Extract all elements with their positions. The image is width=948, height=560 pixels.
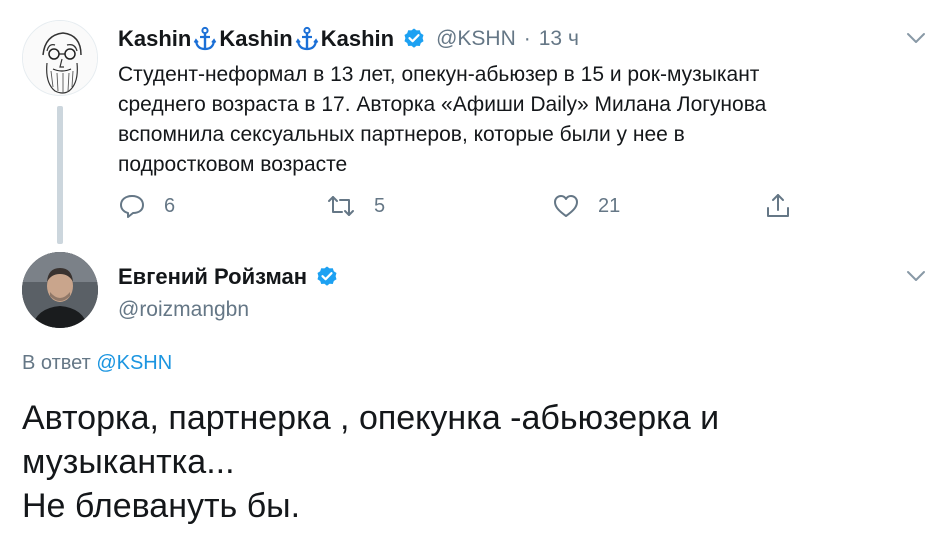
author-name-part[interactable]: Kashin — [219, 26, 292, 52]
tweet-text-line: Авторка, партнерка , опекунка -абьюзерка… — [22, 399, 720, 437]
author-name[interactable]: Евгений Ройзман — [118, 264, 307, 290]
anchor-icon — [295, 26, 318, 51]
author-name-part[interactable]: Kashin — [118, 26, 191, 52]
retweet-button[interactable]: 5 — [326, 192, 385, 220]
tweet-text-line: музыкантка... — [22, 443, 235, 481]
author-handle[interactable]: @KSHN — [436, 27, 516, 51]
author-name-part[interactable]: Kashin — [321, 26, 394, 52]
reply-icon — [120, 195, 144, 218]
chevron-down-icon[interactable] — [904, 268, 928, 284]
tweet-text-line: вспомнила сексуальных партнеров, которые… — [118, 123, 685, 146]
retweet-count: 5 — [374, 194, 386, 217]
avatar-roizman[interactable] — [22, 252, 98, 328]
retweet-icon — [328, 196, 354, 216]
reply-to-handle-link[interactable]: @KSHN — [96, 352, 172, 374]
verified-icon — [404, 28, 424, 48]
tweet-timestamp[interactable]: 13 ч — [539, 27, 579, 51]
separator-dot: · — [523, 27, 531, 50]
reply-count: 6 — [164, 194, 176, 217]
avatar-sketch-image — [23, 21, 97, 95]
reply-to-line: В ответ @KSHN — [22, 352, 172, 375]
tweet1-body: Студент-неформал в 13 лет, опекун-абьюзе… — [118, 60, 878, 180]
tweet-text-line: среднего возраста в 17. Авторка «Афиши D… — [118, 93, 767, 116]
tweet1-author-row[interactable]: Kashin Kashin Kashin @KSHN · 13 ч — [118, 24, 579, 54]
thread-connector-line — [57, 106, 63, 244]
like-count: 21 — [598, 194, 621, 217]
anchor-icon — [194, 26, 217, 51]
share-button[interactable] — [764, 192, 810, 220]
share-icon — [767, 194, 789, 217]
tweet2-body: Авторка, партнерка , опекунка -абьюзерка… — [22, 396, 922, 528]
reply-button[interactable]: 6 — [118, 192, 175, 220]
author-handle[interactable]: @roizmangbn — [118, 298, 249, 322]
reply-to-prefix: В ответ — [22, 352, 91, 374]
tweet2-author-row[interactable]: Евгений Ройзман — [118, 264, 339, 290]
like-icon — [554, 195, 578, 217]
avatar-photo-image — [22, 252, 98, 328]
tweet-text-line: Студент-неформал в 13 лет, опекун-абьюзе… — [118, 63, 760, 86]
avatar-kashin[interactable] — [22, 20, 98, 96]
tweet-text-line: подростковом возрасте — [118, 153, 348, 176]
tweet-text-line: Не блевануть бы. — [22, 487, 301, 525]
chevron-down-icon[interactable] — [904, 30, 928, 46]
verified-icon — [317, 266, 337, 286]
like-button[interactable]: 21 — [552, 192, 620, 220]
